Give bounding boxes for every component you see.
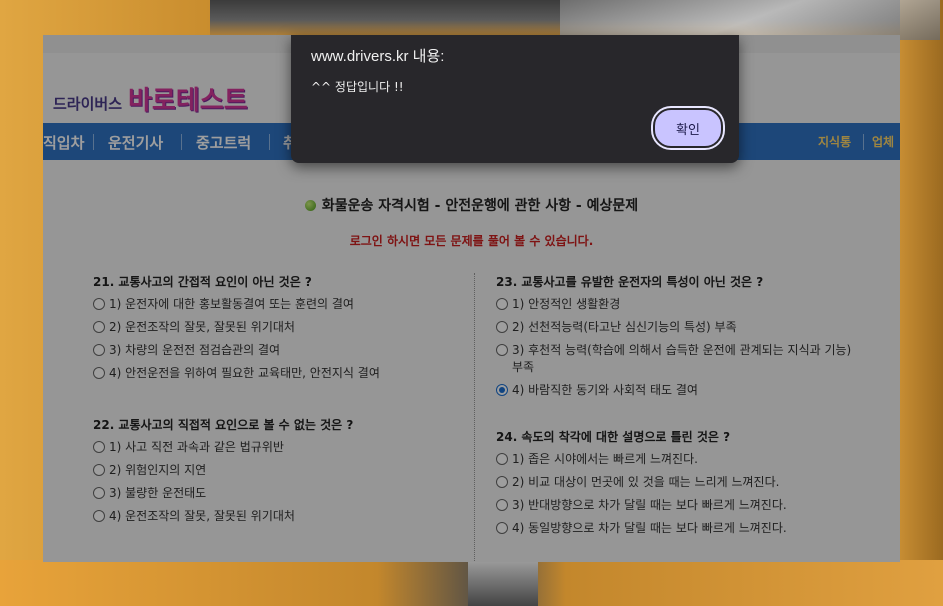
dialog-message: ^^ 정답입니다 !!	[311, 80, 404, 94]
background-photo-panel-right	[900, 0, 943, 606]
dialog-title: www.drivers.kr 내용:	[311, 48, 445, 65]
alert-dialog: www.drivers.kr 내용: ^^ 정답입니다 !! 확인	[291, 35, 739, 163]
ok-button[interactable]: 확인	[653, 108, 723, 148]
background-photo-latch	[468, 562, 538, 606]
background-photo-metal-bar	[560, 0, 940, 40]
